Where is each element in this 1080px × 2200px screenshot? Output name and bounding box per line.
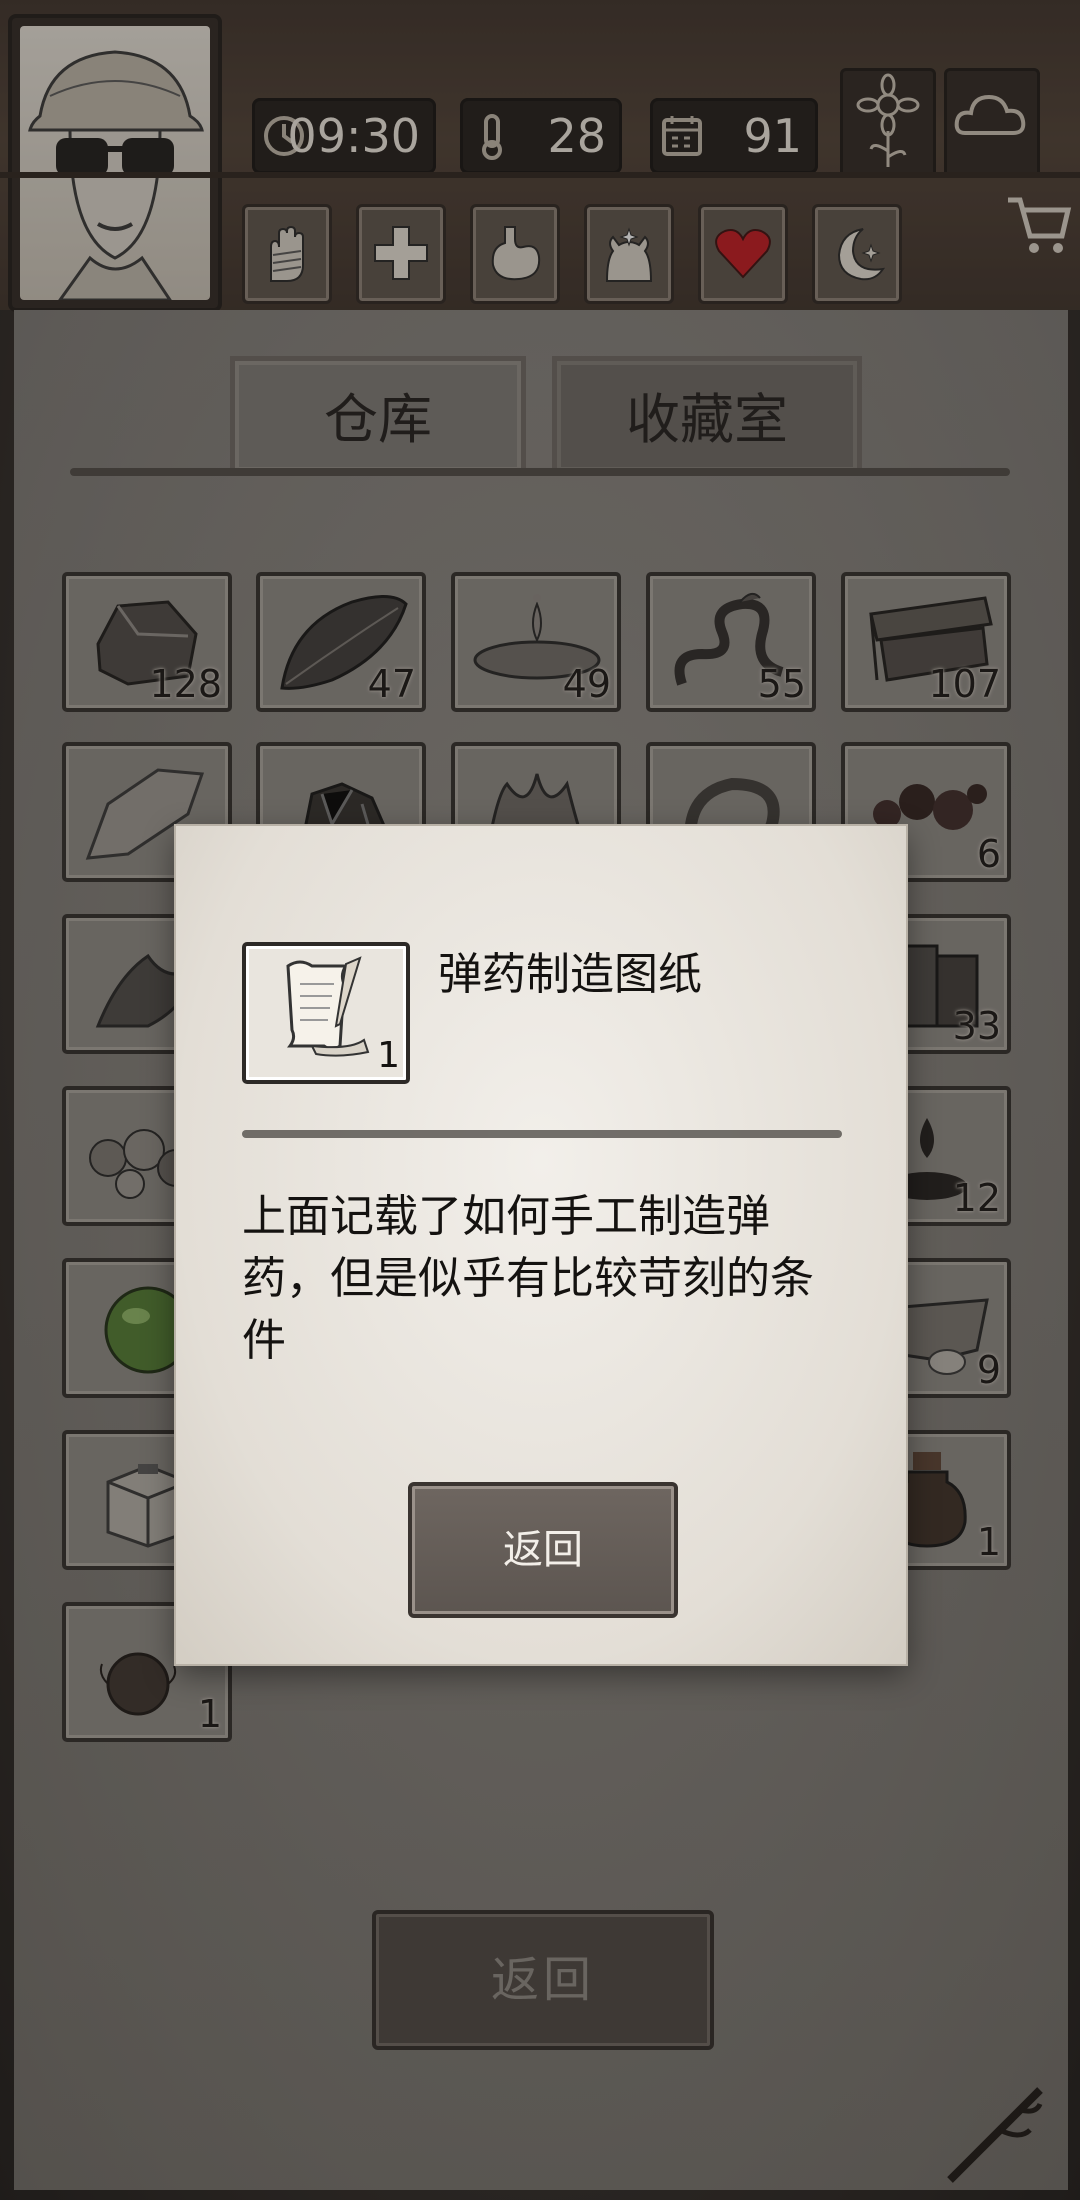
game-screen: 09:30 28 91 仓库 收藏室 128 47 49 55 107 6 33…	[0, 0, 1080, 2200]
blueprint-scroll-icon	[286, 956, 370, 1057]
item-description: 上面记载了如何手工制造弹药，但是似乎有比较苛刻的条件	[242, 1191, 814, 1366]
vine-decoration	[947, 2087, 1043, 2183]
item-title: 弹药制造图纸	[438, 949, 702, 1000]
item-count: 1	[377, 1035, 400, 1076]
item-slot: 1	[242, 942, 410, 1084]
dialog-back-label: 返回	[503, 1527, 583, 1573]
item-detail-dialog: 1 弹药制造图纸 上面记载了如何手工制造弹药，但是似乎有比较苛刻的条件 返回	[176, 826, 906, 1664]
dialog-divider	[242, 1130, 842, 1138]
dialog-back-button[interactable]: 返回	[408, 1482, 678, 1618]
